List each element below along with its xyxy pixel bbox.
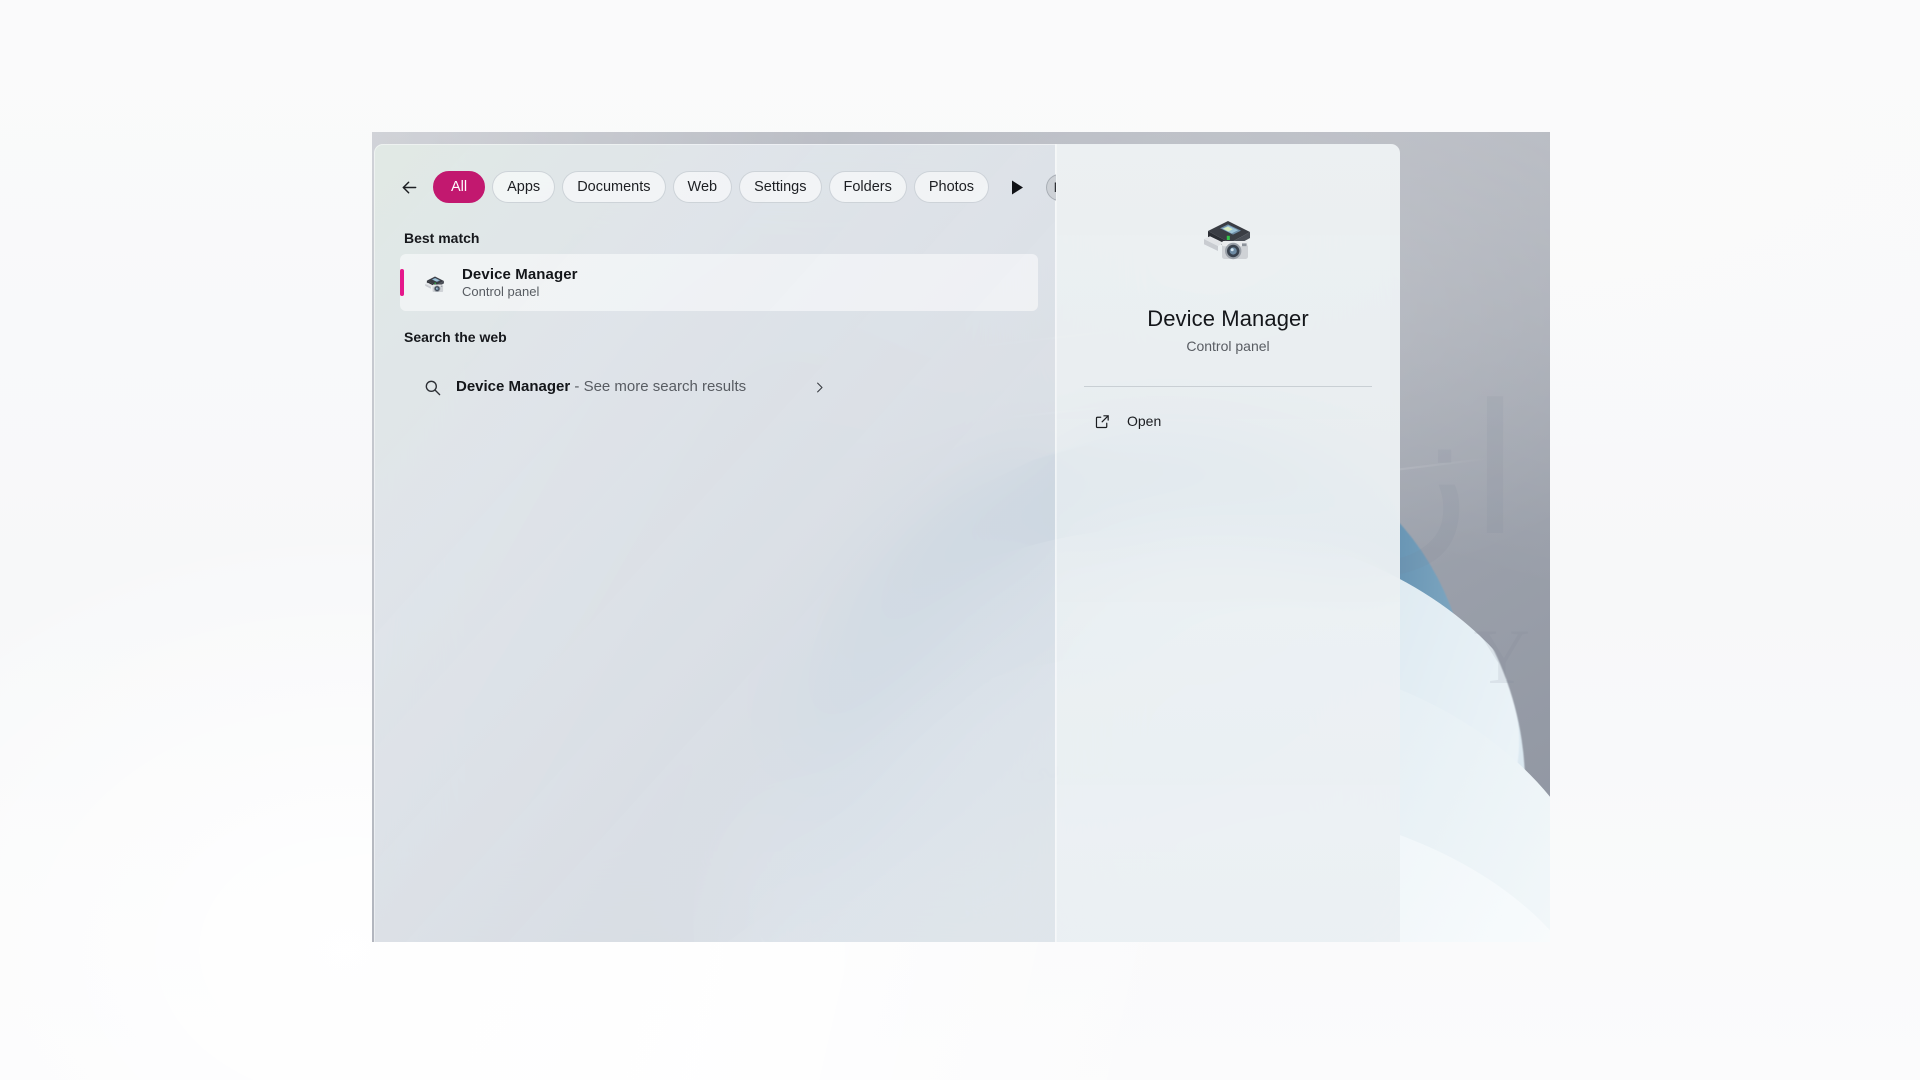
filter-pill-apps[interactable]: Apps <box>492 171 556 203</box>
back-button[interactable] <box>392 170 426 204</box>
filter-pill-settings[interactable]: Settings <box>739 171 822 203</box>
web-search-query: Device Manager <box>456 378 571 395</box>
user-avatar[interactable]: M <box>1046 173 1056 201</box>
desktop-screenshot: ازروب Z A R S Y سرعت بی نهایت میزبانی وب… <box>372 132 1550 942</box>
play-triangle-icon <box>1011 180 1023 194</box>
result-row-device-manager[interactable]: Device Manager Control panel <box>400 254 1038 311</box>
search-icon <box>418 378 446 397</box>
filter-pill-folders[interactable]: Folders <box>828 171 907 203</box>
web-search-row[interactable]: Device Manager - See more search results <box>400 357 1038 417</box>
preview-app-icon <box>1084 200 1372 274</box>
app-preview-pane: Device Manager Control panel Open <box>1056 144 1400 942</box>
filter-pill-label: Settings <box>754 179 807 195</box>
group-header-search-the-web: Search the web <box>404 329 507 345</box>
search-results-list: Best match Device Manager Control panel … <box>374 222 1056 417</box>
chevron-right-icon <box>806 380 832 395</box>
filter-pill-all[interactable]: All <box>433 171 486 203</box>
filter-pill-documents[interactable]: Documents <box>562 171 666 203</box>
filter-pill-label: Photos <box>928 179 975 195</box>
preview-divider <box>1084 386 1372 387</box>
search-filter-bar: All Apps Documents Web Settings Folders … <box>374 154 1056 220</box>
filter-pill-label: All <box>451 179 468 195</box>
result-subtitle: Control panel <box>462 284 540 299</box>
web-search-suffix: - See more search results <box>570 378 747 395</box>
filter-pill-label: Folders <box>843 179 892 195</box>
open-external-icon <box>1095 414 1109 428</box>
device-manager-icon <box>422 270 448 296</box>
filter-pill-label: Apps <box>507 179 541 195</box>
open-action-button[interactable]: Open <box>1084 401 1372 441</box>
arrow-left-icon <box>402 181 416 193</box>
preview-app-subtitle: Control panel <box>1186 338 1270 354</box>
filter-pill-photos[interactable]: Photos <box>913 171 990 203</box>
group-header-best-match: Best match <box>404 230 480 246</box>
open-action-label: Open <box>1127 413 1162 429</box>
filter-pill-label: Documents <box>577 179 651 195</box>
selection-indicator <box>400 269 404 296</box>
result-title: Device Manager <box>462 266 578 283</box>
web-search-label: Device Manager - See more search results <box>446 376 806 398</box>
preview-app-title: Device Manager <box>1147 306 1309 331</box>
result-row-text: Device Manager Control panel <box>462 266 578 299</box>
search-flyout: ice mi All Apps Documents Web Settings <box>374 144 1056 942</box>
filter-overflow-button[interactable] <box>1002 172 1032 202</box>
filter-pill-label: Web <box>687 179 718 195</box>
filter-pill-web[interactable]: Web <box>672 171 733 203</box>
